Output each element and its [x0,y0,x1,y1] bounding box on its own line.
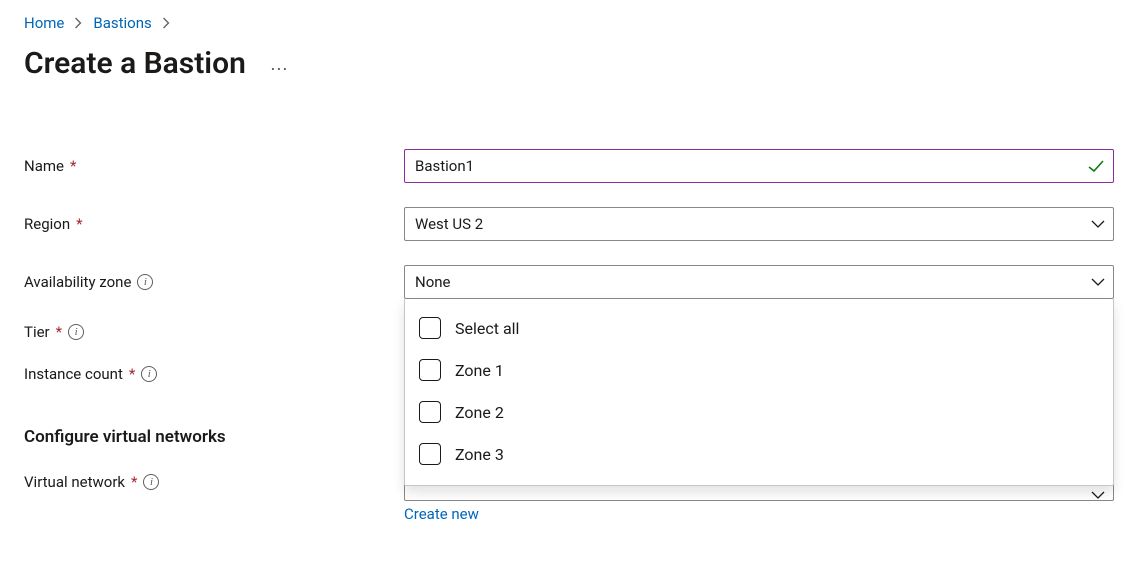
region-value: West US 2 [415,215,483,233]
checkbox[interactable] [419,317,441,339]
name-label: Name [24,157,64,175]
info-icon[interactable]: i [68,324,84,340]
option-zone-1[interactable]: Zone 1 [405,349,1113,391]
required-indicator: * [129,365,135,383]
info-icon[interactable]: i [137,274,153,290]
option-zone-2[interactable]: Zone 2 [405,391,1113,433]
more-actions-button[interactable]: ⋯ [270,49,290,79]
chevron-right-icon [162,17,171,29]
availability-zone-label: Availability zone [24,273,131,291]
option-label: Zone 1 [455,361,504,380]
required-indicator: * [76,215,82,233]
checkbox[interactable] [419,443,441,465]
availability-zone-dropdown: Select all Zone 1 Zone 2 Zone 3 [404,299,1114,486]
availability-zone-value: None [415,273,451,291]
required-indicator: * [70,157,76,175]
option-label: Zone 2 [455,403,504,422]
checkbox[interactable] [419,401,441,423]
breadcrumb-home[interactable]: Home [24,14,64,32]
create-new-link[interactable]: Create new [404,505,479,523]
region-select[interactable]: West US 2 [404,207,1114,241]
checkbox[interactable] [419,359,441,381]
instance-count-label: Instance count [24,365,123,383]
option-label: Zone 3 [455,445,504,464]
required-indicator: * [131,473,137,491]
availability-zone-select[interactable]: None [404,265,1114,299]
tier-label: Tier [24,323,50,341]
info-icon[interactable]: i [143,474,159,490]
option-zone-3[interactable]: Zone 3 [405,433,1113,475]
name-input[interactable] [404,149,1114,183]
info-icon[interactable]: i [141,366,157,382]
virtual-network-label: Virtual network [24,473,125,491]
option-select-all[interactable]: Select all [405,307,1113,349]
region-label: Region [24,215,70,233]
option-label: Select all [455,319,519,338]
breadcrumb-bastions[interactable]: Bastions [93,14,151,32]
required-indicator: * [56,323,62,341]
breadcrumb: Home Bastions [24,14,1121,32]
chevron-right-icon [74,17,83,29]
page-title: Create a Bastion [24,46,246,81]
